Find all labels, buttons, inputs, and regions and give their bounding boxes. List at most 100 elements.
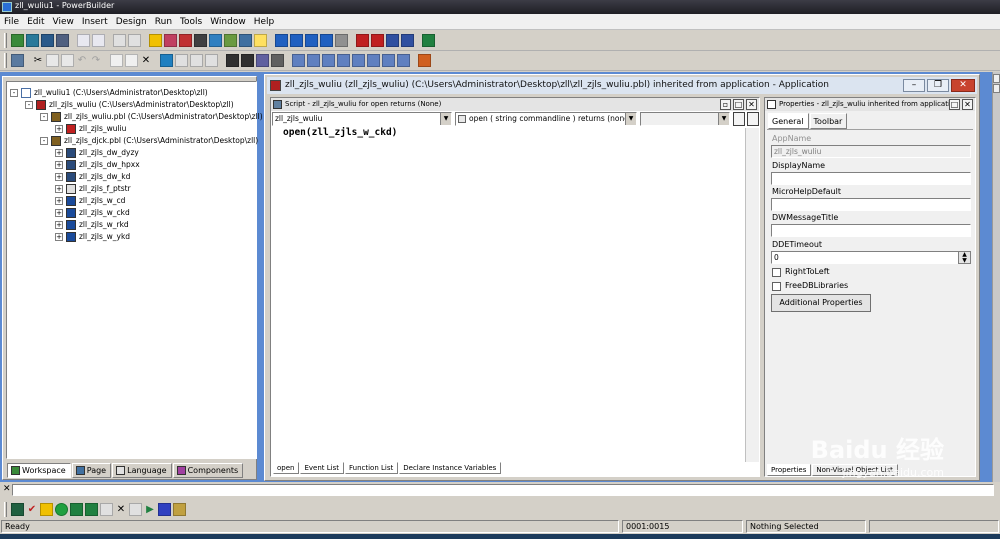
- move-down-icon[interactable]: [85, 503, 98, 516]
- script-editor[interactable]: open(zll_zjls_w_ckd): [283, 127, 397, 138]
- expand-icon[interactable]: +: [55, 149, 63, 157]
- script-layout-icon[interactable]: [733, 112, 745, 126]
- collapse-icon[interactable]: -: [10, 89, 18, 97]
- list-icon[interactable]: [128, 33, 141, 47]
- tab-language[interactable]: Language: [112, 463, 172, 478]
- expand-icon[interactable]: +: [55, 173, 63, 181]
- menu-edit[interactable]: Edit: [23, 14, 48, 29]
- toolbar-grip[interactable]: [4, 502, 7, 517]
- deploy-icon[interactable]: [290, 33, 303, 47]
- tree-node[interactable]: + zll_zjls_wuliu: [55, 123, 126, 135]
- menu-insert[interactable]: Insert: [78, 14, 112, 29]
- tab-declare-instance-variables[interactable]: Declare Instance Variables: [399, 462, 502, 474]
- grid-icon[interactable]: [158, 503, 171, 516]
- freedblibraries-checkbox[interactable]: [772, 282, 781, 291]
- menu-window[interactable]: Window: [206, 14, 250, 29]
- menu-tools[interactable]: Tools: [176, 14, 206, 29]
- object-icon[interactable]: [337, 54, 350, 67]
- collapse-icon[interactable]: -: [25, 101, 33, 109]
- global-icon[interactable]: [307, 54, 320, 67]
- close-icon[interactable]: ✕: [3, 484, 11, 494]
- toolbar-grip[interactable]: [4, 53, 7, 68]
- view-icon[interactable]: [113, 33, 126, 47]
- paste-statement-icon[interactable]: [352, 54, 365, 67]
- save-icon[interactable]: [11, 54, 24, 67]
- incremental-build-icon[interactable]: [179, 33, 192, 47]
- tree-node[interactable]: + zll_zjls_w_cd: [55, 195, 125, 207]
- redo-icon[interactable]: ↷: [89, 54, 103, 67]
- tab-function-list[interactable]: Function List: [345, 462, 399, 474]
- dropdown-icon[interactable]: [11, 503, 24, 516]
- script-scrollbar[interactable]: [745, 128, 759, 462]
- window-layout-icon[interactable]: [77, 33, 90, 47]
- tab-general[interactable]: General: [768, 113, 809, 129]
- delete-icon[interactable]: ✕: [114, 503, 128, 516]
- inherit-icon[interactable]: [26, 33, 39, 47]
- paste-instance-icon[interactable]: [382, 54, 395, 67]
- expand-icon[interactable]: +: [55, 185, 63, 193]
- dbprofile-icon[interactable]: [209, 33, 222, 47]
- tree-node[interactable]: - zll_wuliu1 (C:\Users\Administrator\Des…: [10, 87, 208, 99]
- report-icon[interactable]: [129, 503, 142, 516]
- select-object-icon[interactable]: [125, 54, 138, 67]
- ddetimeout-field[interactable]: 0: [771, 251, 971, 264]
- tree-node[interactable]: - zll_zjls_wuliu (C:\Users\Administrator…: [25, 99, 234, 111]
- menu-help[interactable]: Help: [250, 14, 279, 29]
- play-icon[interactable]: ▶: [143, 503, 157, 516]
- object-dropdown[interactable]: zll_zjls_wuliu ▼: [272, 112, 452, 126]
- undo-icon[interactable]: ↶: [75, 54, 89, 67]
- paste-function-icon[interactable]: [205, 54, 218, 67]
- event-dropdown[interactable]: open ( string commandline ) returns (non…: [455, 112, 637, 126]
- tab-properties[interactable]: Properties: [767, 464, 812, 476]
- tab-open[interactable]: open: [273, 462, 300, 474]
- profile-icon[interactable]: [320, 33, 333, 47]
- tree-node[interactable]: + zll_zjls_w_rkd: [55, 219, 129, 231]
- displayname-field[interactable]: [771, 172, 971, 185]
- compile-icon[interactable]: [271, 54, 284, 67]
- tree-node[interactable]: + zll_zjls_w_ykd: [55, 231, 130, 243]
- tree-node[interactable]: + zll_zjls_dw_hpxx: [55, 159, 140, 171]
- browser-icon[interactable]: [239, 33, 252, 47]
- paste-global-icon[interactable]: [367, 54, 380, 67]
- close-button[interactable]: ✕: [951, 79, 975, 92]
- pane-maximize-button[interactable]: □: [949, 99, 960, 110]
- instance-icon[interactable]: [322, 54, 335, 67]
- exit-icon[interactable]: [422, 33, 435, 47]
- run-icon[interactable]: [275, 33, 288, 47]
- collapse-icon[interactable]: -: [40, 137, 48, 145]
- mdi-scrollbar[interactable]: [992, 72, 1000, 482]
- copy-icon[interactable]: [46, 54, 59, 67]
- expand-icon[interactable]: +: [55, 197, 63, 205]
- check-icon[interactable]: ✔: [25, 503, 39, 516]
- exit-debug-icon[interactable]: [356, 33, 369, 47]
- open-icon[interactable]: [41, 33, 54, 47]
- paste-argument-icon[interactable]: [397, 54, 410, 67]
- tree-node[interactable]: - zll_zjls_djck.pbl (C:\Users\Administra…: [40, 135, 258, 147]
- paste-object-icon[interactable]: [418, 54, 431, 67]
- toolbar-grip[interactable]: [4, 32, 7, 48]
- expand-icon[interactable]: +: [55, 209, 63, 217]
- paste-icon[interactable]: [61, 54, 74, 67]
- step-over-icon[interactable]: [401, 33, 414, 47]
- pane-close-button[interactable]: ✕: [746, 99, 757, 110]
- split-layout-icon[interactable]: [92, 33, 105, 47]
- preview-icon[interactable]: [56, 33, 69, 47]
- new-icon[interactable]: [11, 33, 24, 47]
- debug-icon[interactable]: [164, 33, 177, 47]
- tab-toolbar[interactable]: Toolbar: [809, 113, 848, 129]
- settings-icon[interactable]: [100, 503, 113, 516]
- cut-icon[interactable]: ✂: [31, 54, 45, 67]
- new-object-icon[interactable]: [110, 54, 123, 67]
- scroll-up-icon[interactable]: [993, 74, 1000, 83]
- tree-node[interactable]: + zll_zjls_w_ckd: [55, 207, 130, 219]
- pane-restore-button[interactable]: ▫: [720, 99, 731, 110]
- pane-close-button[interactable]: ✕: [962, 99, 973, 110]
- scroll-thumb[interactable]: [993, 84, 1000, 93]
- expand-icon[interactable]: +: [55, 161, 63, 169]
- dwmessagetitle-field[interactable]: [771, 224, 971, 237]
- replace-icon[interactable]: [241, 54, 254, 67]
- tree-node[interactable]: + zll_zjls_dw_kd: [55, 171, 130, 183]
- microhelpdefault-field[interactable]: [771, 198, 971, 211]
- tab-workspace[interactable]: Workspace: [7, 463, 71, 478]
- menu-file[interactable]: File: [0, 14, 23, 29]
